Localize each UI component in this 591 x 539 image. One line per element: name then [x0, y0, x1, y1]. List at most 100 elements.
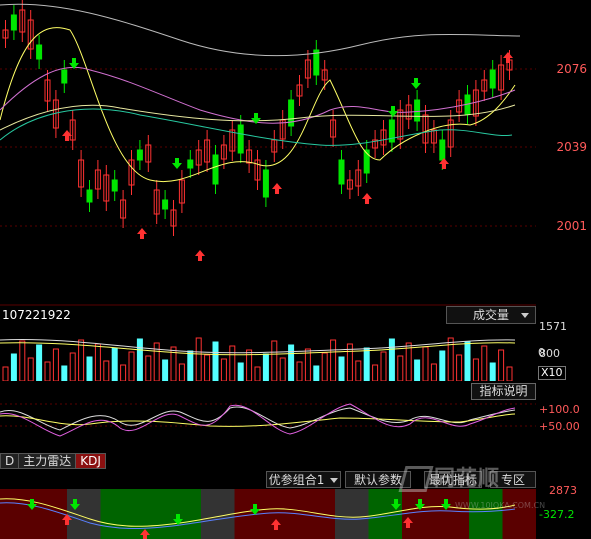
volume-bar	[498, 349, 505, 381]
up-arrow-icon	[195, 250, 205, 261]
chevron-down-icon	[521, 313, 529, 318]
signal-band	[0, 489, 34, 539]
price-label-mid: 2039	[556, 140, 587, 154]
volume-bar	[414, 359, 421, 381]
volume-bar	[372, 364, 379, 381]
indicator-tabs: D 主力雷达 KDJ	[0, 453, 106, 469]
candle-body	[86, 189, 93, 203]
kdj-line-magenta	[0, 403, 516, 437]
up-arrow-icon	[362, 193, 372, 204]
volume-bar	[296, 361, 303, 381]
volume-bar	[262, 353, 269, 381]
signal-band	[469, 489, 503, 539]
kdj-axis-mid: +50.00	[539, 420, 580, 433]
brand-watermark: 同花顺	[398, 462, 500, 492]
candle-body	[414, 99, 421, 122]
down-arrow-icon	[411, 78, 421, 89]
candle-body	[136, 149, 143, 161]
indicator-chart[interactable]	[0, 400, 536, 452]
volume-bar	[422, 346, 429, 381]
indicator-help-button[interactable]: 指标说明	[471, 383, 536, 400]
volume-bar	[145, 355, 152, 381]
tab-main-radar[interactable]: 主力雷达	[18, 453, 77, 469]
tab-kdj[interactable]: KDJ	[75, 453, 106, 469]
volume-bar	[321, 352, 328, 381]
volume-bar	[279, 357, 286, 381]
volume-bar	[338, 356, 345, 381]
signal-band	[435, 489, 469, 539]
volume-bar	[69, 352, 76, 381]
volume-bar	[120, 364, 127, 381]
price-axis: 2076 2039 2001 1571 800 +100.0 +50.00 28…	[536, 0, 591, 539]
volume-bar	[405, 342, 412, 381]
volume-dropdown-label: 成交量	[473, 308, 510, 322]
volume-bar	[397, 355, 404, 381]
candle-body	[237, 124, 244, 154]
candle-body	[36, 44, 43, 60]
volume-dropdown[interactable]: 成交量	[446, 306, 536, 324]
volume-bar	[36, 344, 43, 381]
kdj-axis-high: +100.0	[539, 403, 580, 416]
combo-label: 优参组合1	[268, 473, 325, 487]
volume-bar	[128, 351, 135, 381]
volume-bar	[178, 363, 185, 381]
volume-bar	[363, 347, 370, 381]
volume-bar	[464, 341, 471, 381]
price-label-high: 2076	[556, 62, 587, 76]
volume-bar	[304, 348, 311, 381]
signal-band	[335, 489, 369, 539]
price-label-low: 2001	[556, 219, 587, 233]
brand-site: WWW.10JQKA.COM.CN	[455, 501, 546, 510]
ma-line-white	[0, 3, 521, 57]
signal-band	[134, 489, 168, 539]
combo-select[interactable]: 优参组合1	[266, 471, 341, 488]
candlestick-chart[interactable]	[0, 0, 536, 307]
up-arrow-icon	[272, 183, 282, 194]
signal-band	[502, 489, 536, 539]
candle-body	[162, 199, 169, 210]
signal-band	[402, 489, 436, 539]
volume-bar	[439, 350, 446, 381]
volume-axis-high: 1571	[539, 320, 567, 333]
volume-axis-zero: 0	[538, 346, 545, 359]
volume-bar	[78, 339, 85, 381]
tab-d[interactable]: D	[0, 453, 20, 469]
volume-bar	[111, 347, 118, 381]
volume-bar	[430, 363, 437, 381]
volume-bar	[229, 345, 236, 381]
volume-bar	[2, 366, 9, 381]
volume-bar	[330, 339, 337, 381]
bottom-signal-chart[interactable]	[0, 489, 536, 539]
volume-bar	[52, 348, 59, 381]
candle-body	[10, 14, 17, 31]
volume-bar	[103, 360, 110, 381]
candle-body	[111, 179, 118, 192]
candle-body	[338, 159, 345, 185]
candle-body	[187, 159, 194, 169]
signal-band	[167, 489, 201, 539]
volume-bar	[388, 338, 395, 381]
down-arrow-icon	[172, 158, 182, 169]
volume-bar	[61, 365, 68, 381]
logo-icon	[398, 466, 434, 492]
volume-bar	[94, 343, 101, 381]
volume-bar	[10, 353, 17, 381]
volume-chart[interactable]	[0, 325, 536, 381]
candle-body	[439, 139, 446, 161]
volume-bar	[204, 354, 211, 381]
volume-bar	[472, 358, 479, 381]
volume-bar	[506, 366, 513, 381]
volume-bar	[212, 341, 219, 381]
volume-bar	[380, 351, 387, 381]
volume-bar	[136, 338, 143, 381]
volume-bar	[489, 362, 496, 381]
signal-band	[100, 489, 134, 539]
candle-body	[61, 69, 68, 84]
volume-bar	[162, 359, 169, 381]
volume-bar	[19, 340, 26, 381]
candle-body	[212, 154, 219, 185]
volume-bar	[27, 357, 34, 381]
volume-bar	[195, 337, 202, 381]
bottom-axis-high: 2873	[549, 484, 577, 497]
volume-value: 107221922	[2, 308, 71, 322]
